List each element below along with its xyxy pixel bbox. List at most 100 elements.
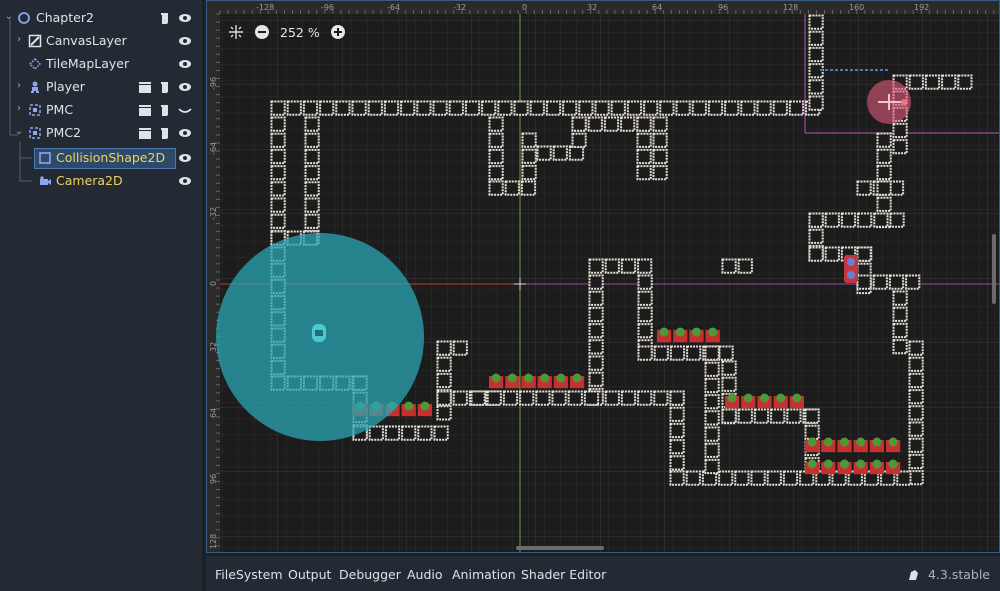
spike-bulb bbox=[888, 437, 898, 447]
ruler-top-label: 192 bbox=[914, 3, 929, 12]
spike-bulb bbox=[420, 401, 430, 411]
wall-tile bbox=[470, 390, 486, 406]
wall-tile bbox=[772, 100, 788, 116]
spike-bulb bbox=[540, 373, 550, 383]
spike-bulb bbox=[491, 373, 501, 383]
player-sprite[interactable] bbox=[312, 324, 326, 342]
tab-output[interactable]: Output bbox=[288, 567, 331, 582]
viewport-canvas[interactable]: -128 -96 -64 -32 0 32 64 96 128 160 192 … bbox=[206, 0, 1000, 553]
wall-tile bbox=[636, 132, 652, 148]
wall-tile bbox=[750, 470, 766, 486]
ruler-top-label: -32 bbox=[453, 3, 466, 12]
wall-tile bbox=[637, 290, 653, 306]
wall-tile bbox=[319, 100, 335, 116]
center-view-icon[interactable] bbox=[228, 24, 244, 40]
wall-tile bbox=[685, 470, 701, 486]
wall-tile bbox=[535, 390, 551, 406]
wall-tile bbox=[551, 390, 567, 406]
ruler-top-label: -64 bbox=[387, 3, 400, 12]
wall-tile bbox=[351, 100, 367, 116]
wall-tile bbox=[610, 100, 626, 116]
spike-bulb bbox=[807, 437, 817, 447]
wall-tile bbox=[270, 100, 286, 116]
wall-tile bbox=[384, 425, 401, 441]
zoom-out-icon[interactable] bbox=[254, 24, 270, 40]
wall-tile bbox=[905, 274, 921, 290]
wall-tile bbox=[488, 180, 504, 196]
spike-bulb bbox=[840, 459, 849, 469]
zoom-in-icon[interactable] bbox=[330, 24, 346, 40]
wall-tile bbox=[270, 148, 286, 165]
wall-tile bbox=[452, 340, 468, 356]
tab-debugger[interactable]: Debugger bbox=[339, 567, 401, 582]
wall-tile bbox=[588, 258, 604, 274]
wall-tile bbox=[286, 100, 302, 116]
wall-tile bbox=[304, 197, 320, 213]
wall-tile bbox=[636, 148, 652, 165]
spike-bulb bbox=[507, 373, 517, 383]
canvas-viewport[interactable]: -128 -96 -64 -32 0 32 64 96 128 160 192 … bbox=[206, 0, 1000, 553]
wall-tile bbox=[876, 132, 892, 148]
wall-tile bbox=[804, 408, 820, 424]
spike-bulb bbox=[872, 459, 882, 469]
wall-tile bbox=[368, 425, 384, 441]
wall-tile bbox=[594, 100, 610, 116]
wall-tile bbox=[304, 213, 320, 229]
wall-tile bbox=[571, 116, 587, 132]
ruler-left-label: 128 bbox=[209, 534, 218, 549]
wall-tile bbox=[400, 100, 416, 116]
wall-tile bbox=[856, 180, 872, 196]
wall-tile bbox=[588, 274, 604, 290]
wall-tile bbox=[588, 339, 604, 355]
wall-tile bbox=[669, 439, 685, 455]
wall-tile bbox=[669, 470, 685, 486]
horizontal-scrollbar[interactable] bbox=[516, 546, 604, 550]
wall-tile bbox=[529, 100, 545, 116]
wall-tile bbox=[721, 408, 737, 424]
wall-tile bbox=[417, 425, 433, 441]
wall-tile bbox=[578, 100, 594, 116]
wall-tile bbox=[659, 100, 675, 116]
wall-tile bbox=[872, 274, 888, 290]
wall-tile bbox=[502, 390, 519, 406]
spike-bulb bbox=[840, 437, 849, 447]
ruler-left-label: 0 bbox=[209, 281, 218, 286]
wall-tile bbox=[876, 148, 892, 164]
spike-bulb bbox=[760, 393, 769, 403]
wall-tile bbox=[892, 306, 908, 322]
wall-tile bbox=[270, 197, 286, 213]
wall-tile bbox=[876, 180, 892, 196]
spike-bulb bbox=[823, 437, 833, 447]
ruler-top-label: -128 bbox=[256, 3, 274, 12]
tab-filesystem[interactable]: FileSystem bbox=[215, 567, 283, 582]
version-info: 4.3.stable bbox=[906, 567, 990, 582]
ruler-left-label: 96 bbox=[209, 474, 218, 484]
wall-tile bbox=[521, 132, 537, 148]
spike-bulb bbox=[792, 393, 802, 403]
ruler-left-label: -96 bbox=[209, 77, 218, 90]
wall-tile bbox=[704, 345, 720, 361]
zoom-level[interactable]: 252 % bbox=[280, 25, 320, 40]
spike-bulb bbox=[524, 373, 533, 383]
wall-tile bbox=[766, 470, 782, 486]
enemy-sprite[interactable] bbox=[844, 255, 858, 283]
wall-tile bbox=[808, 228, 824, 244]
wall-tile bbox=[704, 458, 720, 475]
wall-tile bbox=[704, 442, 720, 458]
tab-shader-editor[interactable]: Shader Editor bbox=[521, 567, 606, 582]
vertical-scrollbar[interactable] bbox=[992, 234, 996, 304]
wall-tile bbox=[637, 390, 653, 406]
wall-tile bbox=[808, 246, 824, 262]
spike-bulb bbox=[856, 437, 866, 447]
wall-tile bbox=[488, 116, 504, 132]
spike-bulb bbox=[659, 327, 669, 337]
wall-tile bbox=[432, 100, 448, 116]
tab-audio[interactable]: Audio bbox=[407, 567, 443, 582]
wall-tile bbox=[436, 340, 452, 356]
wall-tile bbox=[567, 390, 583, 406]
tab-animation[interactable]: Animation bbox=[452, 567, 516, 582]
wall-tile bbox=[721, 258, 737, 274]
ruler-left-label: -32 bbox=[209, 207, 218, 220]
wall-tile bbox=[908, 340, 924, 356]
wall-tile bbox=[637, 258, 653, 274]
